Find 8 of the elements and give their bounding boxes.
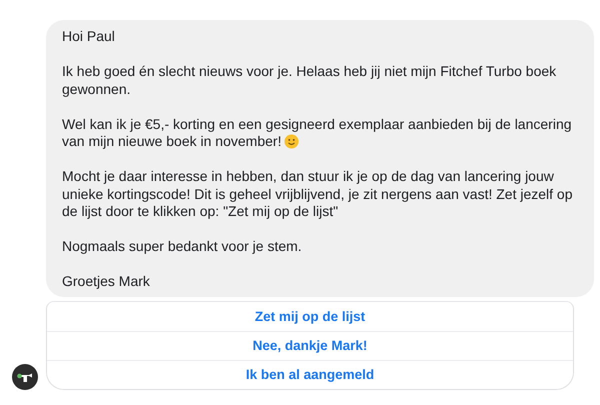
message-text: Groetjes Mark [62,273,150,289]
message-text: Nogmaals super bedankt voor je stem. [62,238,302,254]
message-text: Hoi Paul [62,28,115,44]
message-text: Ik heb goed én slecht nieuws voor je. Helaas heb jij niet mijn Fitchef Turbo boek gewonnen. [62,63,556,96]
message-text: Wel kan ik je €5,- korting en een gesigneerd exemplaar aanbieden bij de lancering van mijn nieuwe boek in november! [62,116,572,149]
message-text: Mocht je daar interesse in hebben, dan stuur ik je op de dag van lancering jouw unieke kortingscode! Dit is geheel vrijblijvend, je zit nergens aan vast! Zet jezelf op de lijst door te klikken op: "Zet mij op de lijst" [62,168,572,219]
quick-reply-button[interactable]: Ik ben al aangemeld [47,360,573,388]
avatar-icon [12,364,38,390]
